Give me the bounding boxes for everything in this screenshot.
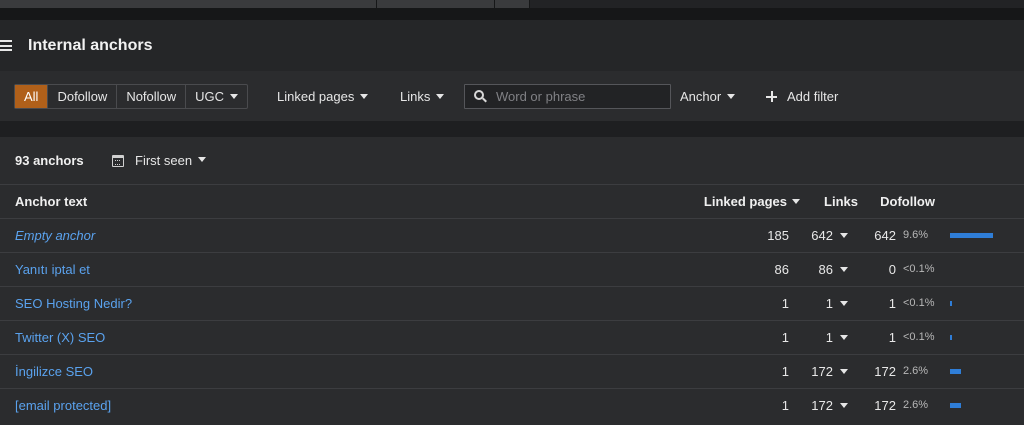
linked-pages-value[interactable]: 1 bbox=[782, 355, 789, 388]
links-value: 1 bbox=[825, 330, 833, 345]
results-panel: 93 anchors First seen Anchor text Linked… bbox=[0, 137, 1024, 425]
links-filter-dropdown[interactable]: Links bbox=[400, 84, 445, 109]
caret-down-icon bbox=[727, 94, 736, 100]
column-header-anchor-text[interactable]: Anchor text bbox=[15, 185, 87, 218]
links-dropdown[interactable]: 1 bbox=[826, 287, 848, 320]
links-dropdown[interactable]: 1 bbox=[826, 321, 848, 354]
dofollow-value: 1 bbox=[888, 296, 896, 311]
anchor-text-link[interactable]: Twitter (X) SEO bbox=[15, 321, 105, 354]
anchor-text-link[interactable]: [email protected] bbox=[15, 389, 111, 422]
linked-pages-filter-label: Linked pages bbox=[277, 89, 355, 104]
table-row: SEO Hosting Nedir? 1 1 1 <0.1% bbox=[0, 286, 1024, 320]
table-header-row: Anchor text Linked pages Links Dofollow bbox=[0, 184, 1024, 218]
page-header: Internal anchors bbox=[0, 20, 1024, 71]
section-gap bbox=[0, 121, 1024, 137]
anchor-text-link[interactable]: Yanıtı iptal et bbox=[15, 253, 90, 286]
browser-tab-strip bbox=[0, 0, 1024, 20]
dofollow-share-bar bbox=[950, 301, 952, 306]
links-value: 642 bbox=[811, 228, 833, 243]
linked-pages-header-label: Linked pages bbox=[703, 194, 787, 209]
dofollow-value: 172 bbox=[874, 364, 896, 379]
anchor-filter-dropdown[interactable]: Anchor bbox=[680, 84, 736, 109]
dofollow-value: 172 bbox=[874, 398, 896, 413]
links-value: 1 bbox=[825, 296, 833, 311]
filter-all-button[interactable]: All bbox=[15, 85, 49, 108]
caret-down-icon bbox=[360, 94, 369, 100]
table-row: Empty anchor 185 642 642 9.6% bbox=[0, 218, 1024, 252]
search-input[interactable] bbox=[496, 89, 666, 104]
caret-down-icon bbox=[840, 335, 848, 341]
dofollow-percent: <0.1% bbox=[903, 263, 935, 275]
linked-pages-value[interactable]: 86 bbox=[775, 253, 789, 286]
links-dropdown[interactable]: 172 bbox=[811, 355, 848, 388]
dofollow-percent: <0.1% bbox=[903, 297, 935, 309]
caret-down-icon bbox=[840, 301, 848, 307]
filter-ugc-dropdown[interactable]: UGC bbox=[186, 85, 247, 108]
dofollow-value: 642 bbox=[874, 228, 896, 243]
filter-dofollow-button[interactable]: Dofollow bbox=[48, 85, 118, 108]
link-type-segmented-control: All Dofollow Nofollow UGC bbox=[14, 84, 249, 109]
table-row: İngilizce SEO 1 172 172 2.6% bbox=[0, 354, 1024, 388]
linked-pages-value[interactable]: 185 bbox=[767, 219, 789, 252]
anchors-table: Anchor text Linked pages Links Dofollow … bbox=[0, 184, 1024, 422]
add-filter-label: Add filter bbox=[787, 89, 839, 104]
page-title: Internal anchors bbox=[28, 36, 153, 54]
hamburger-menu-icon[interactable] bbox=[0, 40, 12, 51]
dofollow-value: 1 bbox=[888, 330, 896, 345]
dofollow-share-bar bbox=[950, 403, 961, 408]
dofollow-value: 0 bbox=[888, 262, 896, 277]
links-filter-label: Links bbox=[400, 89, 431, 104]
ugc-label: UGC bbox=[195, 89, 225, 104]
caret-down-icon bbox=[198, 157, 207, 162]
tab-segment bbox=[377, 0, 494, 8]
column-header-links[interactable]: Links bbox=[824, 185, 858, 218]
caret-down-icon bbox=[436, 94, 445, 100]
table-row: [email protected] 1 172 172 2.6% bbox=[0, 388, 1024, 422]
caret-down-icon bbox=[840, 233, 848, 239]
caret-down-icon bbox=[840, 403, 848, 409]
links-value: 86 bbox=[818, 262, 833, 277]
first-seen-label: First seen bbox=[135, 153, 193, 168]
tab-segment bbox=[495, 0, 529, 8]
column-header-dofollow[interactable]: Dofollow bbox=[880, 185, 935, 218]
add-filter-button[interactable]: Add filter bbox=[766, 84, 838, 109]
dofollow-share-bar bbox=[950, 233, 993, 238]
dofollow-percent: <0.1% bbox=[903, 331, 935, 343]
linked-pages-value[interactable]: 1 bbox=[782, 287, 789, 320]
dofollow-share-bar bbox=[950, 335, 952, 340]
linked-pages-filter-dropdown[interactable]: Linked pages bbox=[277, 84, 369, 109]
search-icon bbox=[474, 89, 488, 104]
caret-down-icon bbox=[230, 94, 239, 100]
column-header-linked-pages[interactable]: Linked pages bbox=[704, 185, 800, 218]
sort-desc-icon bbox=[792, 199, 800, 205]
caret-down-icon bbox=[840, 369, 848, 375]
plus-icon bbox=[766, 91, 777, 103]
dofollow-percent: 2.6% bbox=[903, 365, 929, 377]
calendar-icon bbox=[112, 154, 124, 167]
caret-down-icon bbox=[840, 267, 848, 273]
anchor-text-link[interactable]: İngilizce SEO bbox=[15, 355, 93, 388]
links-dropdown[interactable]: 172 bbox=[811, 389, 848, 422]
links-dropdown[interactable]: 642 bbox=[811, 219, 848, 252]
anchor-filter-label: Anchor bbox=[680, 89, 722, 104]
links-value: 172 bbox=[811, 364, 833, 379]
linked-pages-value[interactable]: 1 bbox=[782, 389, 789, 422]
links-value: 172 bbox=[811, 398, 833, 413]
first-seen-sort-dropdown[interactable]: First seen bbox=[112, 153, 207, 168]
search-field bbox=[464, 84, 671, 109]
anchor-count: 93 anchors bbox=[15, 153, 84, 168]
tab-segment bbox=[530, 0, 1024, 8]
anchor-text-link[interactable]: SEO Hosting Nedir? bbox=[15, 287, 132, 320]
filter-nofollow-button[interactable]: Nofollow bbox=[117, 85, 187, 108]
table-row: Yanıtı iptal et 86 86 0 <0.1% bbox=[0, 252, 1024, 286]
anchor-text-link[interactable]: Empty anchor bbox=[15, 219, 95, 252]
links-dropdown[interactable]: 86 bbox=[819, 253, 848, 286]
dofollow-share-bar bbox=[950, 369, 961, 374]
tab-segment bbox=[0, 0, 376, 8]
table-row: Twitter (X) SEO 1 1 1 <0.1% bbox=[0, 320, 1024, 354]
linked-pages-value[interactable]: 1 bbox=[782, 321, 789, 354]
dofollow-percent: 2.6% bbox=[903, 399, 929, 411]
dofollow-percent: 9.6% bbox=[903, 229, 929, 241]
